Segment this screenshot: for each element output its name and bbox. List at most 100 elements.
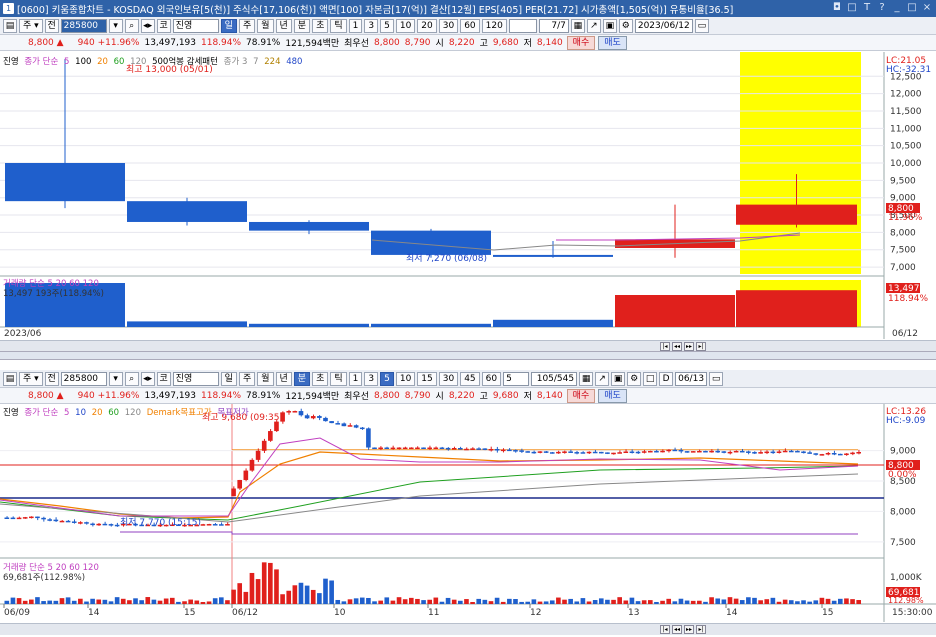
pane-divider[interactable] bbox=[0, 351, 936, 360]
period-second-2[interactable]: 초 bbox=[312, 371, 329, 386]
interval-3[interactable]: 3 bbox=[364, 18, 379, 33]
count-input-2[interactable]: 105/545 bbox=[531, 371, 578, 386]
interval-5[interactable]: 5 bbox=[380, 18, 394, 33]
save-icon-2[interactable]: ▣ bbox=[611, 371, 626, 386]
dropdown-icon[interactable]: ▾ bbox=[108, 18, 123, 33]
dropdown-icon-2[interactable]: ▾ bbox=[108, 371, 123, 386]
settings-icon-2[interactable]: ⚙ bbox=[627, 371, 642, 386]
period-minute[interactable]: 분 bbox=[293, 18, 311, 33]
save-icon[interactable]: ▣ bbox=[602, 18, 617, 33]
candle-body bbox=[359, 427, 365, 430]
chart-menu-icon[interactable]: ▤ bbox=[3, 18, 17, 33]
calendar-icon[interactable]: ▭ bbox=[694, 18, 709, 33]
line-tool-icon-2[interactable]: ↗ bbox=[595, 371, 610, 386]
link-icon[interactable]: ◘ bbox=[831, 2, 843, 14]
interval-60-b[interactable]: 60 bbox=[481, 371, 502, 386]
bottom-scrollbar[interactable]: |◂ ◂◂ ▸▸ ▸| bbox=[0, 623, 936, 635]
chart-tool-icon[interactable]: ▦ bbox=[570, 18, 585, 33]
buy-button[interactable]: 매수 bbox=[566, 35, 596, 50]
restore-icon[interactable]: □ bbox=[846, 2, 858, 14]
candle-body bbox=[219, 524, 224, 526]
help-icon[interactable]: ? bbox=[876, 2, 888, 14]
interval-30[interactable]: 30 bbox=[438, 18, 459, 33]
candle-body bbox=[268, 431, 273, 441]
interval-1-b[interactable]: 1 bbox=[348, 371, 363, 386]
period-day-2[interactable]: 일 bbox=[220, 371, 237, 386]
line-tool-icon[interactable]: ↗ bbox=[586, 18, 601, 33]
volume-bar bbox=[629, 597, 635, 604]
candle-body bbox=[611, 452, 616, 455]
settings-icon[interactable]: ⚙ bbox=[618, 18, 633, 33]
text-icon[interactable]: T bbox=[861, 2, 873, 14]
interval-1[interactable]: 1 bbox=[348, 18, 363, 33]
interval-10[interactable]: 10 bbox=[395, 18, 416, 33]
stock-code-input-2[interactable]: 285800 bbox=[60, 371, 107, 386]
market-select[interactable]: 주 ▾ bbox=[19, 18, 43, 33]
interval-15-b[interactable]: 15 bbox=[417, 371, 437, 386]
prev-next-icon-2[interactable]: ◂▸ bbox=[140, 371, 155, 386]
period-month[interactable]: 월 bbox=[257, 18, 274, 33]
buy-button-2[interactable]: 매수 bbox=[566, 388, 596, 403]
volume-bar bbox=[611, 599, 616, 604]
stock-code-input[interactable]: 285800 bbox=[60, 18, 107, 33]
count-input[interactable]: 7/7 bbox=[538, 18, 569, 33]
scroll-prev-icon[interactable]: ◂◂ bbox=[672, 342, 682, 351]
scroll-first-icon[interactable]: |◂ bbox=[660, 342, 670, 351]
volume-bar bbox=[182, 601, 187, 604]
checkbox-icon[interactable]: □ bbox=[643, 371, 658, 386]
scroll-last-icon-2[interactable]: ▸| bbox=[696, 625, 706, 634]
candle-body bbox=[249, 221, 369, 231]
candle-body bbox=[733, 450, 739, 453]
interval-input-2[interactable]: 5 bbox=[503, 371, 530, 386]
scroll-prev-icon-2[interactable]: ◂◂ bbox=[672, 625, 682, 634]
period-week-2[interactable]: 주 bbox=[238, 371, 256, 386]
chart-menu-icon-2[interactable]: ▤ bbox=[3, 371, 17, 386]
interval-10-b[interactable]: 10 bbox=[395, 371, 416, 386]
sell-button[interactable]: 매도 bbox=[598, 35, 627, 50]
list-select-2[interactable]: 전 bbox=[44, 371, 59, 386]
period-month-2[interactable]: 월 bbox=[257, 371, 274, 386]
prev-next-icon[interactable]: ◂▸ bbox=[140, 18, 155, 33]
daily-chart[interactable]: 12,500 12,000 11,500 11,000 10,500 10,000 9,50… bbox=[0, 52, 936, 339]
interval-45-b[interactable]: 45 bbox=[460, 371, 480, 386]
list-select[interactable]: 전 bbox=[44, 18, 59, 33]
minute-chart-svg[interactable]: 9,0008,5008,0007,500 최고 9,680 (09:35) 최저… bbox=[0, 404, 936, 622]
interval-20[interactable]: 20 bbox=[417, 18, 437, 33]
chart-tool-icon-2[interactable]: ▦ bbox=[579, 371, 594, 386]
date-input-2[interactable]: 06/13 bbox=[675, 371, 708, 386]
sell-button-2[interactable]: 매도 bbox=[598, 388, 627, 403]
daily-chart-svg[interactable]: 12,50012,00011,50011,00010,50010,0009,50… bbox=[0, 52, 936, 339]
candle-body bbox=[310, 416, 316, 419]
high-price-2: 9,680 bbox=[492, 390, 519, 401]
interval-input[interactable] bbox=[508, 18, 537, 33]
period-year[interactable]: 년 bbox=[275, 18, 292, 33]
interval-30-b[interactable]: 30 bbox=[438, 371, 459, 386]
interval-3-b[interactable]: 3 bbox=[364, 371, 379, 386]
market-select-2[interactable]: 주 ▾ bbox=[19, 371, 43, 386]
interval-60[interactable]: 60 bbox=[460, 18, 480, 33]
period-week[interactable]: 주 bbox=[238, 18, 256, 33]
period-second[interactable]: 초 bbox=[312, 18, 329, 33]
scroll-next-icon[interactable]: ▸▸ bbox=[684, 342, 694, 351]
search-icon-2[interactable]: ⌕ bbox=[124, 371, 139, 386]
minimize-icon[interactable]: _ bbox=[891, 2, 903, 14]
search-icon[interactable]: ⌕ bbox=[124, 18, 139, 33]
close-icon[interactable]: × bbox=[921, 2, 933, 14]
candle-body bbox=[531, 451, 537, 454]
period-minute-2[interactable]: 분 bbox=[293, 371, 311, 386]
minute-chart[interactable]: 9,000 8,500 8,000 7,500 최고 9,680 (09:35) 최저… bbox=[0, 404, 936, 622]
period-tick[interactable]: 틱 bbox=[330, 18, 347, 33]
calendar-icon-2[interactable]: ▭ bbox=[709, 371, 724, 386]
volume-bar bbox=[801, 600, 806, 604]
interval-120[interactable]: 120 bbox=[481, 18, 507, 33]
period-tick-2[interactable]: 틱 bbox=[330, 371, 347, 386]
maximize-icon[interactable]: □ bbox=[906, 2, 918, 14]
date-input[interactable]: 2023/06/12 bbox=[634, 18, 693, 33]
period-day[interactable]: 일 bbox=[220, 18, 237, 33]
interval-5-b[interactable]: 5 bbox=[380, 371, 394, 386]
scroll-last-icon[interactable]: ▸| bbox=[696, 342, 706, 351]
legend-stock: 진영 bbox=[3, 57, 19, 67]
scroll-first-icon-2[interactable]: |◂ bbox=[660, 625, 670, 634]
scroll-next-icon-2[interactable]: ▸▸ bbox=[684, 625, 694, 634]
period-year-2[interactable]: 년 bbox=[275, 371, 292, 386]
